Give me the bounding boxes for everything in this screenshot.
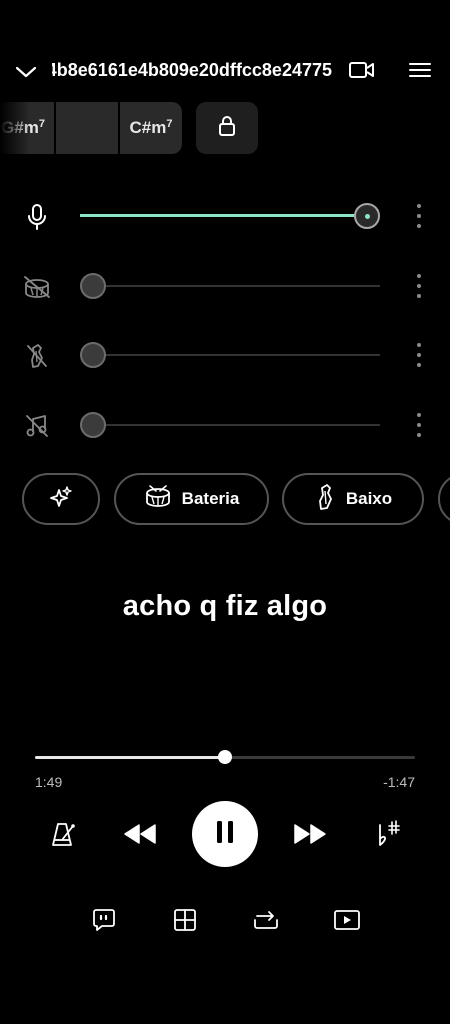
more-options-icon[interactable]: [412, 413, 426, 437]
ai-magic-button[interactable]: [22, 473, 100, 525]
bottom-toolbar: [0, 900, 450, 940]
instrument-pills: Bateria Baixo: [22, 473, 450, 525]
chord-strip-fade: [0, 102, 30, 154]
track-other: [0, 405, 450, 445]
song-title: e0d28e4b8e6161e4b809e20dffcc8e24775: [52, 60, 332, 80]
remaining-time: -1:47: [383, 774, 415, 790]
volume-slider[interactable]: [80, 196, 380, 236]
grid-icon[interactable]: [169, 904, 201, 936]
drums-label: Bateria: [181, 489, 240, 508]
menu-icon[interactable]: [404, 56, 436, 84]
pause-button[interactable]: [192, 801, 258, 867]
track-bass: [0, 335, 450, 375]
elapsed-time: 1:49: [35, 774, 63, 790]
more-options-icon[interactable]: [412, 204, 426, 228]
microphone-icon[interactable]: [22, 202, 52, 232]
more-options-icon[interactable]: [412, 343, 426, 367]
drum-icon: [144, 484, 172, 514]
chord-item[interactable]: C#m 7: [120, 102, 182, 154]
more-options-icon[interactable]: [412, 274, 426, 298]
volume-knob[interactable]: [354, 203, 380, 229]
bass-muted-icon[interactable]: [22, 341, 52, 371]
volume-knob[interactable]: [80, 412, 106, 438]
rewind-icon[interactable]: [120, 817, 160, 851]
volume-knob[interactable]: [80, 342, 106, 368]
music-note-muted-icon[interactable]: [22, 411, 52, 441]
track-drums: [0, 266, 450, 306]
metronome-icon[interactable]: [46, 818, 80, 852]
key-transpose-icon[interactable]: [372, 816, 406, 852]
video-player-icon[interactable]: [330, 904, 364, 936]
progress-knob[interactable]: [218, 750, 232, 764]
drums-button[interactable]: Bateria: [114, 473, 269, 525]
progress-fill: [35, 756, 225, 759]
lyrics-icon[interactable]: [88, 904, 120, 936]
video-icon[interactable]: [346, 56, 378, 84]
player-controls: [0, 800, 450, 870]
drum-muted-icon[interactable]: [22, 272, 52, 302]
volume-slider[interactable]: [80, 266, 380, 306]
volume-knob[interactable]: [80, 273, 106, 299]
track-vocals: [0, 196, 450, 236]
bass-guitar-icon: [314, 483, 336, 516]
lock-button[interactable]: [196, 102, 258, 154]
lock-icon: [217, 115, 237, 142]
loop-icon[interactable]: [249, 904, 283, 936]
lyric-line: acho q fiz algo: [122, 590, 328, 622]
more-instrument-button[interactable]: [438, 473, 450, 525]
chevron-down-icon[interactable]: [12, 58, 40, 86]
bass-button[interactable]: Baixo: [282, 473, 424, 525]
top-bar: e0d28e4b8e6161e4b809e20dffcc8e24775: [0, 48, 450, 94]
progress-bar[interactable]: [35, 748, 415, 768]
sparkles-icon: [48, 484, 74, 515]
chord-item[interactable]: [56, 102, 118, 154]
bass-label: Baixo: [345, 489, 393, 508]
volume-slider[interactable]: [80, 405, 380, 445]
volume-fill: [80, 214, 367, 217]
fast-forward-icon[interactable]: [290, 817, 330, 851]
volume-slider[interactable]: [80, 335, 380, 375]
pause-icon: [214, 819, 236, 850]
